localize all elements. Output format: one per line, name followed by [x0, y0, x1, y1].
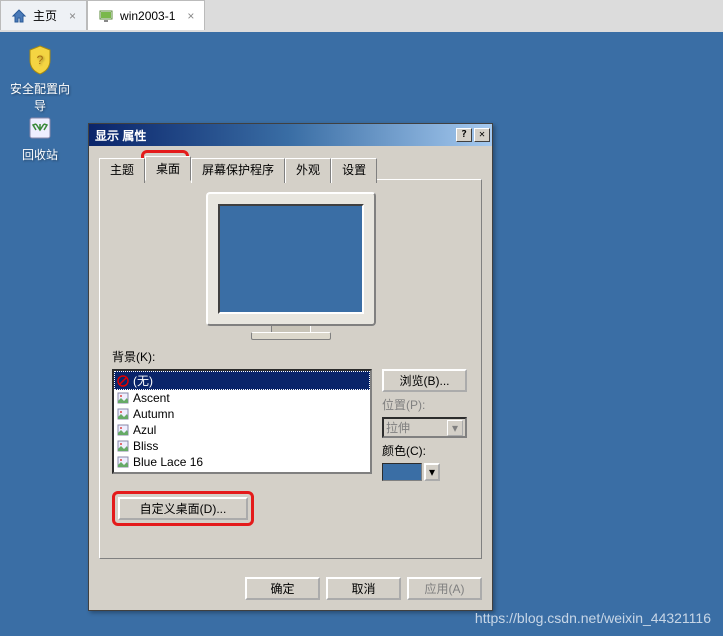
- home-icon: [11, 8, 27, 24]
- list-item[interactable]: Blue Lace 16: [114, 454, 370, 470]
- list-item[interactable]: Autumn: [114, 406, 370, 422]
- browse-button[interactable]: 浏览(B)...: [382, 369, 467, 392]
- desktop-icon-label: 安全配置向导: [10, 80, 70, 114]
- dialog-tabstrip: 主题 桌面 屏幕保护程序 外观 设置: [99, 156, 482, 181]
- close-icon[interactable]: ×: [69, 9, 76, 23]
- svg-text:?: ?: [37, 53, 44, 67]
- tab-home[interactable]: 主页 ×: [0, 0, 87, 30]
- tab-panel-desktop: 背景(K): (无) Ascent Autumn: [99, 179, 482, 559]
- titlebar[interactable]: 显示 属性 ? ✕: [89, 124, 492, 146]
- position-combo[interactable]: 拉伸 ▾: [382, 417, 467, 438]
- image-file-icon: [117, 456, 129, 468]
- tab-screensaver[interactable]: 屏幕保护程序: [191, 158, 285, 183]
- dialog-footer: 确定 取消 应用(A): [89, 569, 492, 610]
- highlight-custom-desktop: 自定义桌面(D)...: [112, 491, 254, 526]
- custom-desktop-button[interactable]: 自定义桌面(D)...: [118, 497, 248, 520]
- position-label: 位置(P):: [382, 396, 467, 413]
- list-item[interactable]: (无): [114, 371, 370, 390]
- tab-settings[interactable]: 设置: [331, 158, 377, 183]
- watermark: https://blog.csdn.net/weixin_44321116: [475, 610, 711, 626]
- ok-button[interactable]: 确定: [245, 577, 320, 600]
- chevron-down-icon[interactable]: ▾: [424, 463, 440, 481]
- vm-tab-bar: 主页 × win2003-1 ×: [0, 0, 723, 32]
- cancel-button[interactable]: 取消: [326, 577, 401, 600]
- desktop-icon-label: 回收站: [10, 146, 70, 163]
- image-file-icon: [117, 424, 129, 436]
- chevron-down-icon: ▾: [447, 420, 463, 436]
- list-item[interactable]: Azul: [114, 422, 370, 438]
- color-swatch[interactable]: [382, 463, 422, 481]
- tab-theme[interactable]: 主题: [99, 158, 145, 183]
- image-file-icon: [117, 408, 129, 420]
- tab-vm-label: win2003-1: [120, 9, 175, 23]
- recycle-bin-icon: [24, 110, 56, 142]
- color-label: 颜色(C):: [382, 442, 467, 459]
- wallpaper-preview: [112, 192, 469, 340]
- tab-vm[interactable]: win2003-1 ×: [87, 0, 205, 30]
- background-listbox[interactable]: (无) Ascent Autumn Azul: [112, 369, 372, 474]
- background-label: 背景(K):: [112, 348, 469, 365]
- dialog-title: 显示 属性: [95, 127, 454, 144]
- image-file-icon: [117, 392, 129, 404]
- preview-screen: [218, 204, 364, 314]
- help-button[interactable]: ?: [456, 128, 472, 142]
- display-properties-dialog: 显示 属性 ? ✕ 主题 桌面 屏幕保护程序 外观 设置 背景(K):: [88, 123, 493, 611]
- none-icon: [117, 375, 129, 387]
- tab-home-label: 主页: [33, 7, 57, 24]
- tab-desktop[interactable]: 桌面: [145, 156, 191, 181]
- close-icon[interactable]: ×: [187, 9, 194, 23]
- list-item[interactable]: Ascent: [114, 390, 370, 406]
- apply-button[interactable]: 应用(A): [407, 577, 482, 600]
- desktop-icon-recycle[interactable]: 回收站: [10, 110, 70, 163]
- close-button[interactable]: ✕: [474, 128, 490, 142]
- tab-appearance[interactable]: 外观: [285, 158, 331, 183]
- list-item[interactable]: Bliss: [114, 438, 370, 454]
- desktop-icon-scw[interactable]: ? 安全配置向导: [10, 44, 70, 114]
- image-file-icon: [117, 440, 129, 452]
- shield-wizard-icon: ?: [24, 44, 56, 76]
- vm-icon: [98, 8, 114, 24]
